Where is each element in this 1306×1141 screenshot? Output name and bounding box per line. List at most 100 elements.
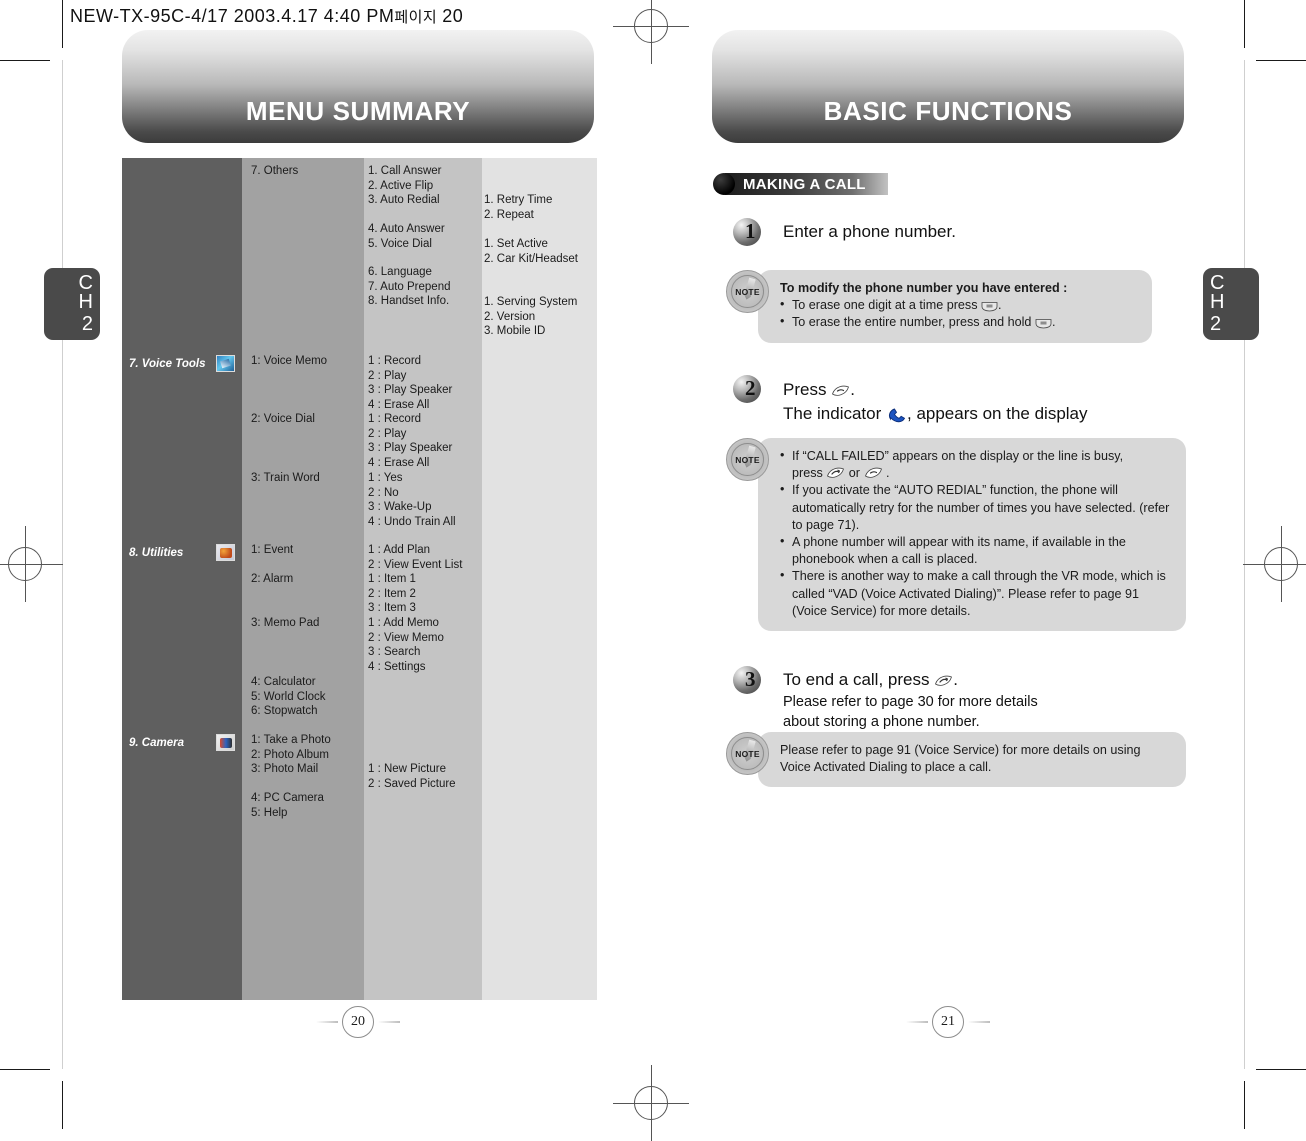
step-1-text: Enter a phone number.: [783, 220, 1183, 244]
crop-mark-bottom-right-h: [1256, 1069, 1306, 1070]
print-filename: NEW-TX-95C-4/17 2003.4.17 4:40 PM: [70, 6, 395, 26]
note-1-heading: To modify the phone number you have ente…: [780, 281, 1068, 295]
menu-cell-utilities-extra: 4: Calculator 5: World Clock 6: Stopwatc…: [251, 676, 326, 718]
menu-column-subdetail: [482, 158, 597, 1000]
menu-cell-others-subdetail-1: 1. Retry Time 2. Repeat: [484, 194, 553, 221]
section-header-making-a-call: MAKING A CALL: [713, 173, 888, 195]
page-number-right-value: 21: [932, 1006, 964, 1038]
note-icon: NOTE: [726, 270, 769, 313]
chapter-tab-left: C H 2: [44, 268, 100, 340]
crop-mark-bottom-left-h: [0, 1069, 50, 1070]
crop-mark-bottom-left-v: [62, 1081, 63, 1129]
note-2-bullet-1-end: .: [882, 466, 890, 481]
right-page-banner: BASIC FUNCTIONS: [712, 30, 1184, 143]
menu-cell-others-detail-1: 1. Call Answer 2. Active Flip 3. Auto Re…: [368, 165, 442, 207]
menu-category-camera-label: 9. Camera: [129, 736, 184, 749]
crop-mark-top-right-v: [1244, 0, 1245, 48]
menu-cell-voice-memo: 1: Voice Memo: [251, 355, 328, 367]
menu-cell-train-word: 3: Train Word: [251, 472, 320, 484]
step-2-line2-pre: The indicator: [783, 404, 886, 423]
send-key-icon: [832, 385, 850, 396]
menu-cell-alarm-detail: 1 : Item 1 2 : Item 2 3 : Item 3: [368, 573, 416, 615]
registration-mark-left: [0, 526, 63, 602]
send-key-icon: [864, 467, 882, 478]
crop-mark-top-left-h: [0, 60, 50, 61]
registration-mark-top: [613, 0, 689, 64]
menu-cell-memo-pad: 3: Memo Pad: [251, 617, 320, 629]
registration-mark-right: [1243, 526, 1306, 602]
note-icon-label: NOTE: [735, 748, 760, 759]
step-3-badge: 3: [733, 666, 767, 694]
step-2-instruction-after: .: [850, 380, 855, 399]
note-1-bullet-2: To erase the entire number, press and ho…: [780, 313, 1136, 331]
note-3-box: Please refer to page 91 (Voice Service) …: [758, 732, 1186, 788]
note-1-bullet-1: To erase one digit at a time press .: [780, 296, 1136, 314]
step-1-badge: 1: [733, 218, 767, 246]
step-1-instruction: Enter a phone number.: [783, 222, 956, 241]
step-3-subtext: Please refer to page 30 for more details…: [783, 694, 1038, 730]
note-icon: NOTE: [726, 732, 769, 775]
chapter-tab-left-lines: C H: [78, 272, 93, 313]
note-icon: NOTE: [726, 438, 769, 481]
clear-key-icon: [1035, 319, 1052, 329]
step-3-number: 3: [745, 667, 756, 691]
note-2-bullet-2: If you activate the “AUTO REDIAL” functi…: [780, 481, 1170, 534]
print-korean-label: 페이지: [394, 9, 438, 26]
menu-cell-voice-memo-detail: 1 : Record 2 : Play 3 : Play Speaker 4 :…: [368, 355, 453, 411]
note-2-bullet-4: There is another way to make a call thro…: [780, 567, 1170, 620]
step-2-instruction: Press: [783, 380, 832, 399]
menu-category-voice-tools-label: 7. Voice Tools: [129, 357, 206, 370]
menu-cell-camera-sub2: 4: PC Camera 5: Help: [251, 792, 324, 819]
left-page-title: MENU SUMMARY: [245, 96, 471, 126]
note-1-box: To modify the phone number you have ente…: [758, 270, 1152, 343]
menu-cell-camera-sub1: 1: Take a Photo 2: Photo Album 3: Photo …: [251, 734, 331, 776]
step-3-instruction: To end a call, press: [783, 670, 935, 689]
note-2-bullet-3: A phone number will appear with its name…: [780, 533, 1170, 568]
note-2-bullet-1-or: or: [845, 466, 864, 481]
menu-column-category: [122, 158, 242, 1000]
page-number-wing-left: [316, 1021, 338, 1023]
page-number-left-value: 20: [342, 1006, 374, 1038]
note-2-box: If “CALL FAILED” appears on the display …: [758, 438, 1186, 632]
end-key-icon: [827, 467, 845, 478]
note-1-bullet-1-text: To erase one digit at a time press: [792, 298, 982, 313]
page-number-wing-right: [968, 1021, 990, 1023]
menu-category-voice-tools: 7. Voice Tools: [129, 355, 235, 372]
menu-category-utilities: 8. Utilities: [129, 544, 235, 561]
step-2-badge: 2: [733, 375, 767, 403]
registration-mark-bottom: [613, 1065, 689, 1141]
menu-cell-camera-detail: 1 : New Picture 2 : Saved Picture: [368, 763, 456, 790]
menu-cell-alarm: 2: Alarm: [251, 573, 294, 585]
menu-category-utilities-label: 8. Utilities: [129, 546, 184, 559]
section-header-label: MAKING A CALL: [725, 173, 888, 195]
menu-cell-event-detail: 1 : Add Plan 2 : View Event List: [368, 544, 463, 571]
crop-mark-top-right-h: [1256, 60, 1306, 61]
chapter-tab-right-lines: C H: [1210, 272, 1225, 313]
print-page-label: 20: [442, 6, 464, 26]
note-1-list: To erase one digit at a time press . To …: [780, 296, 1136, 331]
menu-cell-train-word-detail: 1 : Yes 2 : No 3 : Wake-Up 4 : Undo Trai…: [368, 472, 456, 528]
camera-icon: [216, 734, 235, 751]
menu-cell-memo-pad-detail: 1 : Add Memo 2 : View Memo 3 : Search 4 …: [368, 617, 444, 673]
note-icon-label: NOTE: [735, 454, 760, 465]
page-number-wing-right: [378, 1021, 400, 1023]
menu-cell-others-detail-3: 6. Language 7. Auto Prepend 8. Handset I…: [368, 266, 451, 308]
step-2-number: 2: [745, 376, 756, 400]
page-number-left: 20: [316, 1006, 400, 1038]
menu-cell-voice-dial-detail: 1 : Record 2 : Play 3 : Play Speaker 4 :…: [368, 413, 453, 469]
voice-tools-icon: [216, 355, 235, 372]
print-header-bar: NEW-TX-95C-4/17 2003.4.17 4:40 PM페이지 20: [70, 6, 463, 27]
page-number-wing-left: [906, 1021, 928, 1023]
page-number-right: 21: [906, 1006, 990, 1038]
note-3-text: Please refer to page 91 (Voice Service) …: [780, 743, 1141, 775]
note-2-bullet-1-press: press: [792, 466, 827, 481]
note-1-bullet-2-text: To erase the entire number, press and ho…: [792, 315, 1035, 330]
menu-cell-event: 1: Event: [251, 544, 294, 556]
menu-category-camera: 9. Camera: [129, 734, 235, 751]
left-page-banner: MENU SUMMARY: [122, 30, 594, 143]
note-2-bullet-1: If “CALL FAILED” appears on the display …: [780, 447, 1170, 482]
note-2-list: If “CALL FAILED” appears on the display …: [780, 447, 1170, 620]
note-1-bullet-1-suffix: .: [998, 298, 1002, 313]
clear-key-icon: [981, 302, 998, 312]
step-3-text: To end a call, press . Please refer to p…: [783, 668, 1193, 732]
